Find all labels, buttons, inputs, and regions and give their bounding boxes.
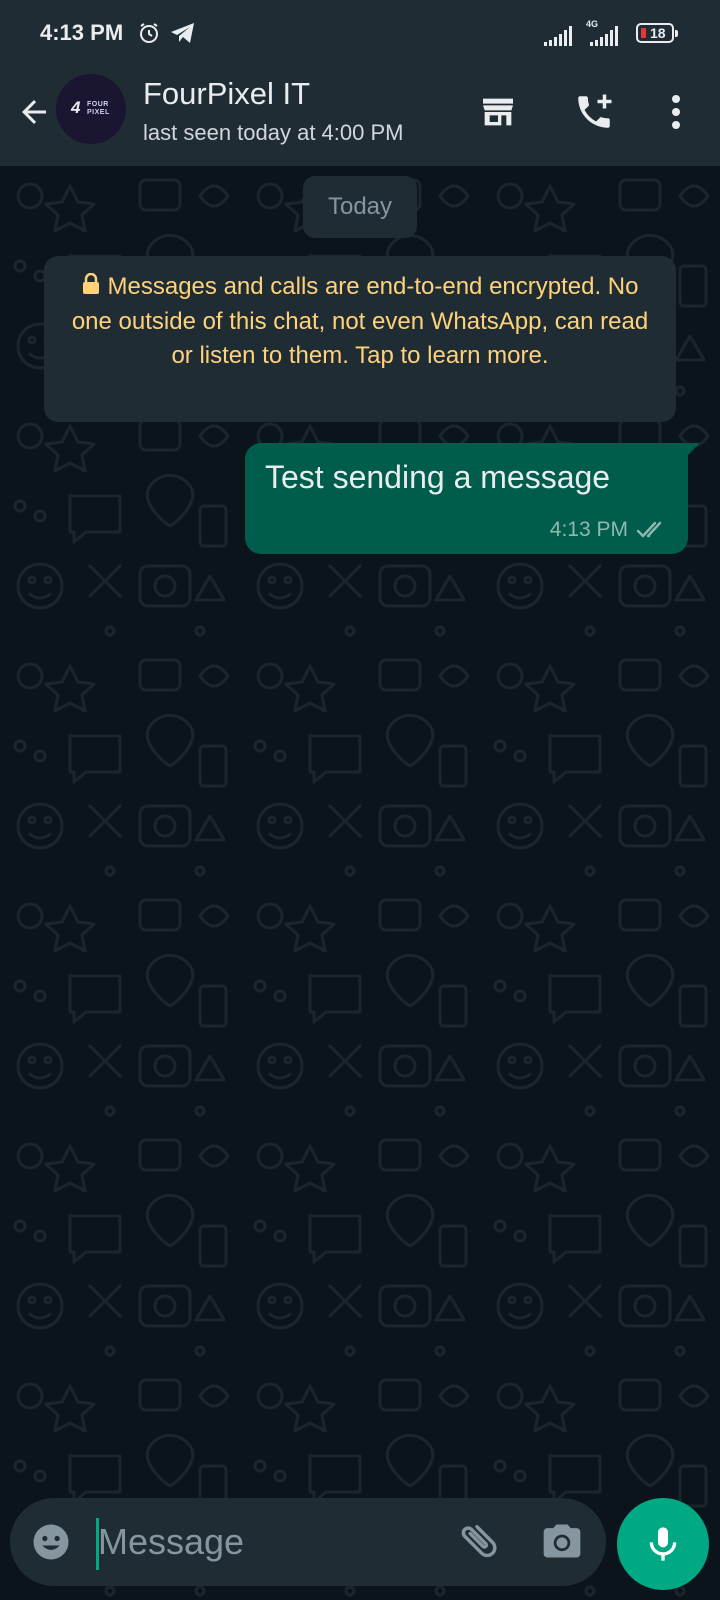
avatar-logo-number: 4 <box>71 98 81 117</box>
emoji-icon <box>33 1524 69 1560</box>
camera-button[interactable] <box>540 1519 586 1565</box>
telegram-icon <box>170 22 196 49</box>
battery-level: 18 <box>650 25 666 41</box>
add-call-button[interactable] <box>570 88 618 136</box>
status-time: 4:13 PM <box>40 20 124 45</box>
attach-button[interactable] <box>456 1518 502 1566</box>
double-check-icon <box>636 521 662 538</box>
contact-last-seen: last seen today at 4:00 PM <box>143 120 404 145</box>
storefront-icon <box>483 98 513 126</box>
lock-icon <box>82 271 100 305</box>
message-time: 4:13 PM <box>549 518 628 541</box>
contact-name[interactable]: FourPixel IT <box>143 76 310 112</box>
alarm-icon <box>137 21 161 50</box>
avatar-logo-text: FOUR PIXEL <box>87 101 110 116</box>
back-arrow-icon <box>22 100 46 124</box>
message-text: Test sending a message <box>265 459 611 495</box>
more-options-button[interactable] <box>656 88 696 136</box>
microphone-icon <box>649 1527 677 1561</box>
battery-icon: 18 <box>636 23 678 43</box>
message-composer <box>10 1498 606 1586</box>
encryption-notice[interactable]: Messages and calls are end-to-end encryp… <box>44 256 676 422</box>
encryption-notice-text: Messages and calls are end-to-end encryp… <box>71 273 649 369</box>
chat-header: 4 FOUR PIXEL FourPixel IT last seen toda… <box>0 66 720 166</box>
outgoing-message-bubble[interactable]: Test sending a message 4:13 PM <box>245 443 700 554</box>
camera-icon <box>543 1524 581 1558</box>
more-vertical-icon <box>672 95 680 129</box>
paperclip-icon <box>461 1525 497 1558</box>
catalog-button[interactable] <box>476 90 520 134</box>
avatar[interactable]: 4 FOUR PIXEL <box>56 74 126 144</box>
message-input[interactable] <box>98 1514 428 1570</box>
signal-icon <box>544 26 574 51</box>
signal-icon <box>590 26 620 51</box>
back-button[interactable] <box>12 90 56 134</box>
chat-screen: 4:13 PM 4G 18 4 FOUR PIXEL FourPixel IT … <box>0 0 720 1600</box>
message-meta: 4:13 PM <box>550 518 668 542</box>
add-call-icon <box>578 94 612 128</box>
status-bar: 4:13 PM 4G 18 <box>0 0 720 66</box>
emoji-button[interactable] <box>30 1521 72 1563</box>
date-separator: Today <box>303 176 417 238</box>
voice-message-button[interactable] <box>617 1498 709 1590</box>
